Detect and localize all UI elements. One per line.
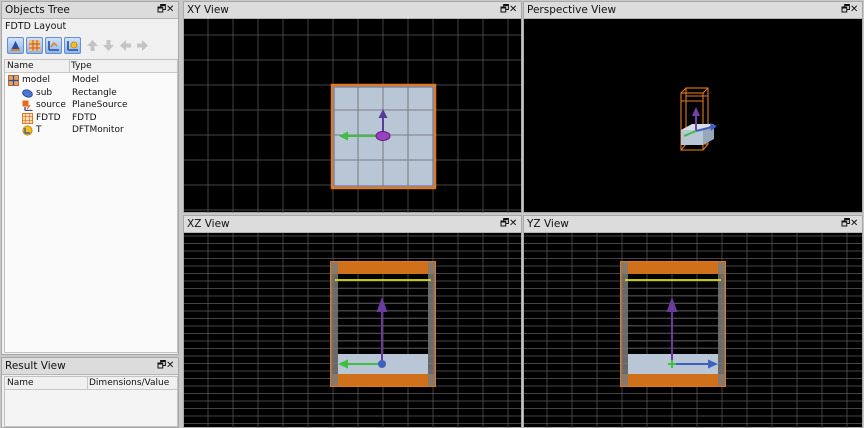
xy-view-panel: XY View 🗗✕ (183, 1, 522, 213)
perspective-view-panel: Perspective View 🗗✕ (523, 1, 863, 213)
result-view-close-icon[interactable]: ✕ (166, 358, 175, 374)
column-header-name[interactable]: Name (7, 377, 34, 390)
xz-view-restore-icon[interactable]: 🗗 (500, 216, 509, 232)
objects-tree-table: Name Type model Model sub Rectangle sour… (4, 59, 178, 353)
layout-label: FDTD Layout (5, 21, 67, 32)
source-marker (375, 131, 391, 141)
axis-z-arrow-icon (376, 297, 388, 312)
add-grid-icon (29, 40, 40, 51)
add-grid-button[interactable] (26, 37, 43, 54)
plane-source-icon (22, 100, 33, 111)
result-table: Name Dimensions/Value (4, 376, 178, 427)
xy-view-restore-icon[interactable]: 🗗 (500, 2, 509, 18)
arrow-left-icon[interactable] (118, 38, 133, 53)
arrow-down-icon[interactable] (101, 38, 116, 53)
column-header-type[interactable]: Type (71, 60, 92, 73)
tree-item-type: Rectangle (72, 87, 117, 98)
perspective-viewport[interactable] (524, 19, 862, 213)
yz-view-title: YZ View (527, 218, 569, 230)
tree-item-model[interactable]: model Model (5, 74, 177, 87)
tree-item-type: Model (72, 75, 100, 85)
xz-view-titlebar: XZ View 🗗✕ (184, 216, 521, 233)
axis-z-arrow-icon (692, 107, 700, 116)
tree-item-source[interactable]: source PlaneSource (5, 99, 177, 112)
tree-item-sub[interactable]: sub Rectangle (5, 87, 177, 100)
xz-view-title: XZ View (187, 218, 230, 230)
yz-viewport[interactable] (524, 233, 862, 428)
tree-item-name: model (22, 75, 51, 85)
add-structure-button[interactable] (7, 37, 24, 54)
objects-tree-header: Name Type (5, 60, 177, 73)
add-source-icon (48, 41, 59, 51)
objects-tree-close-icon[interactable]: ✕ (166, 2, 175, 18)
result-table-header: Name Dimensions/Value (5, 377, 177, 390)
model-icon (8, 75, 19, 86)
tree-item-name: T (36, 125, 42, 135)
result-view-title: Result View (5, 360, 66, 372)
objects-tree-restore-icon[interactable]: 🗗 (157, 2, 166, 18)
tree-item-type: PlaneSource (72, 100, 128, 110)
result-view-restore-icon[interactable]: 🗗 (157, 358, 166, 374)
yz-view-close-icon[interactable]: ✕ (850, 216, 859, 232)
objects-toolbar (5, 36, 177, 56)
xz-viewport[interactable] (184, 233, 521, 428)
yz-view-titlebar: YZ View 🗗✕ (524, 216, 862, 233)
perspective-view-titlebar: Perspective View 🗗✕ (524, 2, 862, 19)
fdtd-icon (22, 112, 33, 124)
xy-viewport[interactable] (184, 19, 521, 213)
axis-z-arrow-icon (666, 297, 678, 312)
add-structure-icon (11, 41, 20, 51)
tree-item-t[interactable]: T DFTMonitor (5, 124, 177, 137)
add-monitor-icon (67, 41, 78, 51)
xz-view-close-icon[interactable]: ✕ (509, 216, 518, 232)
objects-tree-panel: Objects Tree 🗗✕ FDTD Layout Name Type mo… (1, 1, 179, 355)
perspective-view-restore-icon[interactable]: 🗗 (841, 2, 850, 18)
dft-monitor-icon (22, 125, 33, 136)
tree-item-name: FDTD (36, 112, 61, 123)
result-view-panel: Result View 🗗✕ Name Dimensions/Value (1, 357, 179, 428)
tree-item-type: DFTMonitor (72, 125, 124, 135)
arrow-right-icon[interactable] (135, 38, 150, 53)
tree-item-name: source (36, 100, 66, 110)
tree-item-type: FDTD (72, 112, 97, 123)
objects-tree-title: Objects Tree (5, 4, 70, 16)
column-header-name[interactable]: Name (7, 60, 34, 73)
tree-item-fdtd[interactable]: FDTD FDTD (5, 112, 177, 125)
xy-view-titlebar: XY View 🗗✕ (184, 2, 521, 19)
result-view-titlebar: Result View 🗗✕ (2, 358, 178, 375)
add-source-button[interactable] (45, 37, 62, 54)
yz-view-restore-icon[interactable]: 🗗 (841, 216, 850, 232)
xy-view-title: XY View (187, 4, 229, 16)
add-monitor-button[interactable] (64, 37, 81, 54)
yz-view-panel: YZ View 🗗✕ (523, 215, 863, 428)
xy-view-close-icon[interactable]: ✕ (509, 2, 518, 18)
tree-item-name: sub (36, 87, 53, 98)
xz-view-panel: XZ View 🗗✕ (183, 215, 522, 428)
perspective-view-title: Perspective View (527, 4, 617, 16)
column-header-dimensions-value[interactable]: Dimensions/Value (89, 377, 169, 390)
arrow-up-icon[interactable] (85, 38, 100, 53)
axis-y-marker (378, 360, 386, 368)
objects-tree-titlebar: Objects Tree 🗗✕ (2, 2, 178, 19)
perspective-view-close-icon[interactable]: ✕ (850, 2, 859, 18)
rectangle-icon (22, 88, 33, 98)
